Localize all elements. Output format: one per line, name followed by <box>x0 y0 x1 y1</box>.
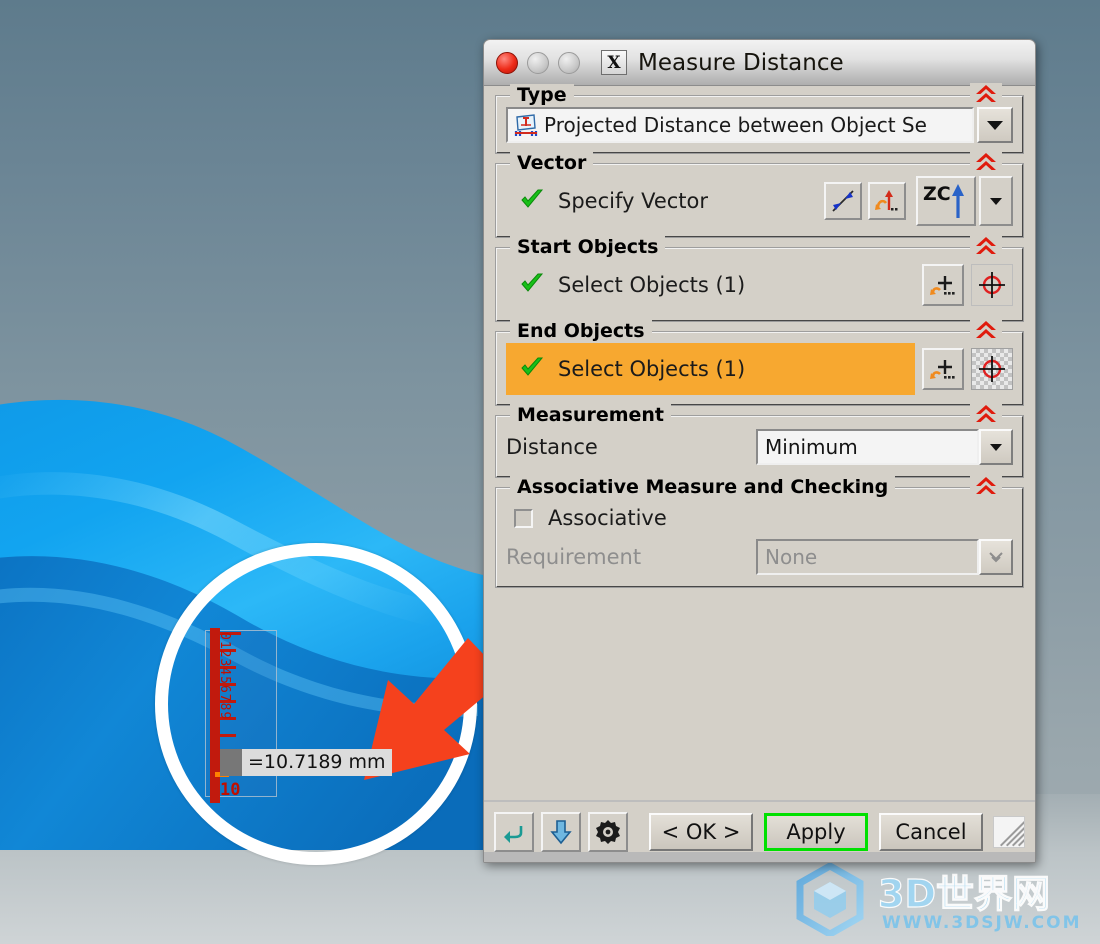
requirement-combo-arrow <box>979 539 1013 575</box>
associative-checkbox[interactable] <box>514 508 533 528</box>
group-associative: Associative Measure and Checking Associa… <box>495 475 1024 588</box>
end-select-objects-label: Select Objects (1) <box>558 357 746 381</box>
group-vector: Vector Specify Vector ZC <box>495 151 1024 238</box>
vector-dropdown-button[interactable] <box>979 176 1013 226</box>
group-start-objects: Start Objects Select Objects (1) <box>495 235 1024 322</box>
chevron-down-icon <box>990 197 1002 205</box>
projected-distance-icon <box>514 113 538 137</box>
collapse-start-objects-icon[interactable] <box>970 235 1002 257</box>
distance-row: Distance Minimum <box>506 427 1013 467</box>
vector-row[interactable]: Specify Vector ZC <box>506 175 1013 227</box>
chevron-down-icon <box>987 120 1003 130</box>
end-point-button[interactable] <box>971 348 1013 390</box>
end-select-objects-item[interactable]: Select Objects (1) <box>506 343 915 395</box>
start-objects-row[interactable]: Select Objects (1) <box>506 259 1013 311</box>
dialog-body: Type Projected Distance between Object S… <box>484 83 1035 588</box>
distance-combo[interactable]: Minimum <box>756 429 1013 465</box>
group-start-objects-label: Start Objects <box>510 236 666 258</box>
collapse-associative-icon[interactable] <box>970 475 1002 497</box>
close-button[interactable] <box>496 51 518 74</box>
requirement-combo-value: None <box>756 539 979 575</box>
collapse-measurement-icon[interactable] <box>970 403 1002 425</box>
dialog-title: Measure Distance <box>638 49 844 76</box>
type-combo-value: Projected Distance between Object Se <box>544 113 927 137</box>
download-button[interactable] <box>541 812 581 852</box>
collapse-vector-icon[interactable] <box>970 151 1002 173</box>
group-measurement: Measurement Distance Minimum <box>495 403 1024 478</box>
end-select-more-button[interactable] <box>922 348 964 390</box>
ok-button[interactable]: < OK > <box>649 813 753 851</box>
measurement-swatch <box>220 749 242 776</box>
group-associative-label: Associative Measure and Checking <box>510 476 896 498</box>
chevron-down-icon <box>990 443 1002 451</box>
collapse-type-icon[interactable] <box>970 83 1002 105</box>
collapse-end-objects-icon[interactable] <box>970 319 1002 341</box>
requirement-row: Requirement None <box>506 537 1013 577</box>
distance-combo-arrow[interactable] <box>979 429 1013 465</box>
vector-constructor-button[interactable] <box>868 182 906 220</box>
svg-text:ZC: ZC <box>923 183 951 205</box>
ruler-tick <box>220 734 236 737</box>
requirement-label: Requirement <box>506 545 642 569</box>
measurement-value-label: =10.7189 mm <box>220 749 392 776</box>
type-combo-field[interactable]: Projected Distance between Object Se <box>506 107 974 143</box>
chevron-double-down-icon <box>989 552 1003 563</box>
green-check-icon <box>520 272 544 299</box>
cancel-button[interactable]: Cancel <box>879 813 983 851</box>
type-combo[interactable]: Projected Distance between Object Se <box>506 107 1013 143</box>
associative-checkbox-label: Associative <box>548 506 667 530</box>
start-point-button[interactable] <box>971 264 1013 306</box>
requirement-combo: None <box>756 539 1013 575</box>
svg-text:3D世界网: 3D世界网 <box>878 872 1050 916</box>
dialog-titlebar[interactable]: X Measure Distance <box>484 40 1035 86</box>
site-watermark: 3D世界网 WWW.3DSJW.COM <box>790 861 1100 939</box>
minimize-button[interactable] <box>527 51 549 74</box>
app-icon: X <box>601 50 627 75</box>
group-type: Type Projected Distance between Object S… <box>495 83 1024 154</box>
group-end-objects-label: End Objects <box>510 320 652 342</box>
start-select-objects-item[interactable]: Select Objects (1) <box>506 259 915 311</box>
measure-distance-dialog[interactable]: X Measure Distance Type Projected Distan… <box>483 39 1036 863</box>
associative-checkbox-row[interactable]: Associative <box>506 499 1013 537</box>
dialog-bottom-edge <box>484 852 1035 862</box>
ruler-numbers: 0123456789 <box>217 632 232 721</box>
settings-button[interactable] <box>588 812 628 852</box>
green-check-icon <box>520 356 544 383</box>
zoom-button[interactable] <box>558 51 580 74</box>
group-end-objects: End Objects Select Objects (1) <box>495 319 1024 406</box>
undo-button[interactable] <box>494 812 534 852</box>
start-select-objects-label: Select Objects (1) <box>558 273 746 297</box>
green-check-icon <box>520 188 544 215</box>
zc-axis-button[interactable]: ZC <box>916 176 976 226</box>
specify-vector-label: Specify Vector <box>558 189 709 213</box>
type-combo-arrow[interactable] <box>977 107 1013 143</box>
measurement-value-text: =10.7189 mm <box>242 749 392 776</box>
distance-label: Distance <box>506 435 598 459</box>
reverse-vector-button[interactable] <box>824 182 862 220</box>
specify-vector-item[interactable]: Specify Vector <box>506 175 818 227</box>
distance-combo-value[interactable]: Minimum <box>756 429 979 465</box>
group-measurement-label: Measurement <box>510 404 671 426</box>
group-vector-label: Vector <box>510 152 594 174</box>
apply-button[interactable]: Apply <box>764 813 868 851</box>
end-objects-row[interactable]: Select Objects (1) <box>506 343 1013 395</box>
svg-text:WWW.3DSJW.COM: WWW.3DSJW.COM <box>882 913 1082 933</box>
group-type-label: Type <box>510 84 574 106</box>
start-select-more-button[interactable] <box>922 264 964 306</box>
ruler-end-label: 10 <box>220 780 241 800</box>
resize-grip[interactable] <box>993 816 1025 848</box>
